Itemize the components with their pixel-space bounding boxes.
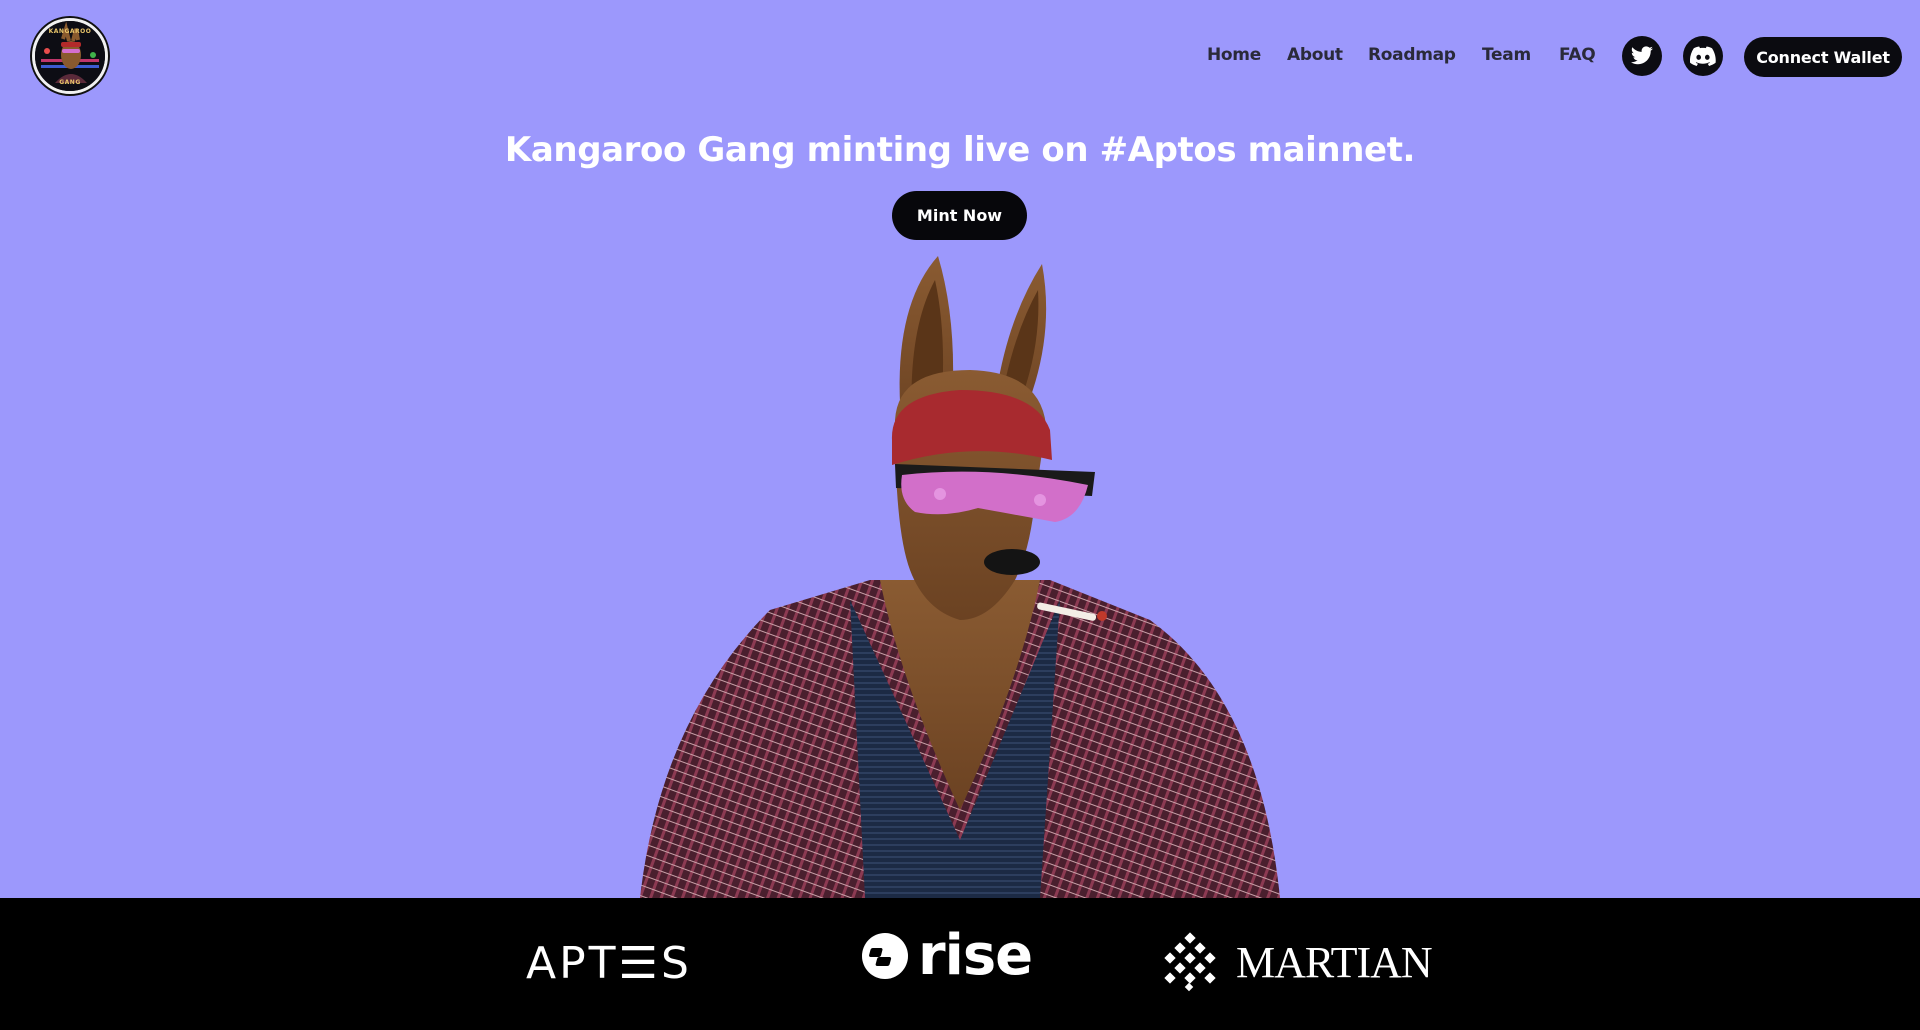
- martian-logo: MARTIAN: [1160, 932, 1433, 992]
- rise-logo: rise: [862, 923, 1033, 988]
- logo-top-text: KANGAROO: [48, 28, 92, 35]
- martian-mark-icon: [1164, 932, 1216, 992]
- nav-home-link[interactable]: Home: [1207, 45, 1261, 65]
- kangaroo-character-image: [640, 256, 1280, 898]
- discord-icon: [1690, 46, 1716, 66]
- twitter-icon: [1631, 46, 1653, 65]
- twitter-button[interactable]: [1622, 36, 1662, 76]
- nav-about-link[interactable]: About: [1287, 45, 1343, 65]
- connect-wallet-button[interactable]: Connect Wallet: [1744, 37, 1902, 77]
- rise-text: rise: [918, 923, 1033, 988]
- site-logo[interactable]: KANGAROO GANG: [32, 18, 108, 94]
- rise-mark-icon: [862, 933, 908, 979]
- nav-roadmap-link[interactable]: Roadmap: [1368, 45, 1456, 65]
- partner-bar: APT☰S rise MARTIAN: [0, 898, 1920, 1030]
- logo-bottom-text: GANG: [59, 79, 81, 86]
- discord-button[interactable]: [1683, 36, 1723, 76]
- aptos-logo: APT☰S: [526, 938, 692, 989]
- mint-now-button[interactable]: Mint Now: [892, 191, 1027, 240]
- hero-title: Kangaroo Gang minting live on #Aptos mai…: [504, 130, 1416, 170]
- martian-text: MARTIAN: [1236, 937, 1433, 987]
- nav-team-link[interactable]: Team: [1482, 45, 1531, 65]
- nav-faq-link[interactable]: FAQ: [1559, 45, 1596, 65]
